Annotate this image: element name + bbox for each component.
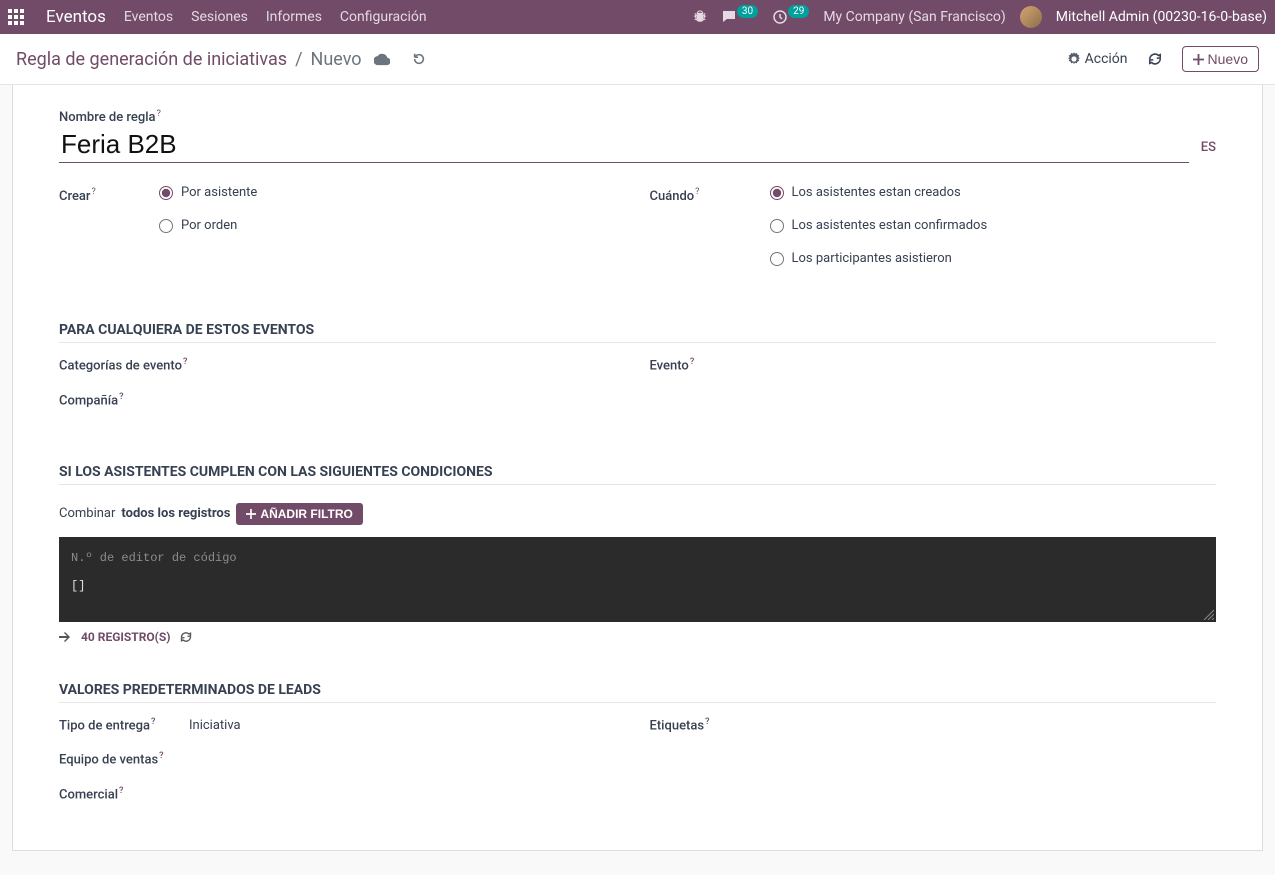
cloud-save-icon[interactable] xyxy=(374,52,390,66)
plus-icon xyxy=(246,509,256,519)
help-icon[interactable]: ? xyxy=(151,717,155,727)
gear-icon xyxy=(1067,52,1081,66)
comercial-label: Comercial? xyxy=(59,786,189,802)
nav-link-informes[interactable]: Informes xyxy=(266,9,322,25)
help-icon[interactable]: ? xyxy=(159,751,163,761)
when-label: Cuándo xyxy=(650,189,695,204)
help-icon[interactable]: ? xyxy=(157,109,161,119)
create-radio-group: Por asistente Por orden xyxy=(159,185,257,284)
help-icon[interactable]: ? xyxy=(92,187,96,197)
records-count-link[interactable]: 40 REGISTRO(S) xyxy=(81,630,170,644)
refresh-records-icon[interactable] xyxy=(180,631,192,643)
nav-link-sesiones[interactable]: Sesiones xyxy=(191,9,248,25)
new-button[interactable]: Nuevo xyxy=(1182,46,1259,72)
company-switcher[interactable]: My Company (San Francisco) xyxy=(823,9,1005,25)
messaging-count: 30 xyxy=(737,5,758,18)
section-leads-title: VALORES PREDETERMINADOS DE LEADS xyxy=(59,682,1216,703)
code-content: [] xyxy=(71,579,1204,593)
messaging-icon[interactable]: 30 xyxy=(721,9,758,25)
name-input[interactable] xyxy=(59,127,1189,163)
lead-type-label: Tipo de entrega? xyxy=(59,717,189,733)
event-categories-label: Categorías de evento? xyxy=(59,357,189,373)
plus-icon xyxy=(1193,54,1204,65)
refresh-icon[interactable] xyxy=(1148,52,1162,66)
top-navbar: Eventos Eventos Sesiones Informes Config… xyxy=(0,0,1275,34)
breadcrumb-current: Nuevo xyxy=(311,49,362,70)
action-bar: Regla de generación de iniciativas / Nue… xyxy=(0,34,1275,85)
add-filter-button[interactable]: AÑADIR FILTRO xyxy=(236,503,362,525)
help-icon[interactable]: ? xyxy=(119,786,123,796)
when-radio-group: Los asistentes estan creados Los asisten… xyxy=(770,185,988,284)
breadcrumb-root[interactable]: Regla de generación de iniciativas xyxy=(16,49,287,70)
radio-per-attendee[interactable]: Por asistente xyxy=(159,185,257,200)
activities-count: 29 xyxy=(788,5,809,18)
form-sheet: Nombre de regla? ES Crear? Por asistente xyxy=(12,85,1263,851)
radio-per-order[interactable]: Por orden xyxy=(159,218,257,233)
lead-type-value[interactable]: Iniciativa xyxy=(189,718,241,733)
create-label: Crear xyxy=(59,189,91,204)
resize-handle-icon[interactable] xyxy=(1202,608,1214,620)
code-placeholder: N.º de editor de código xyxy=(71,551,1204,565)
help-icon[interactable]: ? xyxy=(705,717,709,727)
action-dropdown[interactable]: Acción xyxy=(1067,51,1128,67)
user-menu[interactable]: Mitchell Admin (00230-16-0-base) xyxy=(1056,9,1267,25)
apps-icon[interactable] xyxy=(8,9,24,25)
company-label: Compañía? xyxy=(59,392,189,408)
help-icon[interactable]: ? xyxy=(183,357,187,367)
breadcrumb: Regla de generación de iniciativas / Nue… xyxy=(16,49,1067,70)
app-brand[interactable]: Eventos xyxy=(46,7,106,27)
sales-team-label: Equipo de ventas? xyxy=(59,751,189,767)
discard-icon[interactable] xyxy=(412,52,426,66)
radio-attendees-confirmed[interactable]: Los asistentes estan confirmados xyxy=(770,218,988,233)
help-icon[interactable]: ? xyxy=(119,392,123,402)
bug-icon[interactable] xyxy=(693,10,707,24)
domain-code-editor[interactable]: N.º de editor de código [] xyxy=(59,537,1216,622)
radio-attendees-created[interactable]: Los asistentes estan creados xyxy=(770,185,988,200)
help-icon[interactable]: ? xyxy=(695,187,699,197)
name-label: Nombre de regla xyxy=(59,110,156,125)
section-conditions-title: SI LOS ASISTENTES CUMPLEN CON LAS SIGUIE… xyxy=(59,464,1216,485)
activities-icon[interactable]: 29 xyxy=(772,9,809,25)
tags-label: Etiquetas? xyxy=(650,717,780,733)
arrow-right-icon xyxy=(59,631,71,643)
combine-prefix: Combinar xyxy=(59,506,115,521)
help-icon[interactable]: ? xyxy=(690,357,694,367)
avatar[interactable] xyxy=(1020,6,1042,28)
breadcrumb-separator: / xyxy=(295,49,302,70)
event-label: Evento? xyxy=(650,357,780,373)
nav-link-eventos[interactable]: Eventos xyxy=(124,9,173,25)
translate-badge[interactable]: ES xyxy=(1201,140,1216,155)
nav-link-configuracion[interactable]: Configuración xyxy=(340,9,427,25)
radio-attendees-attended[interactable]: Los participantes asistieron xyxy=(770,251,988,266)
section-events-title: PARA CUALQUIERA DE ESTOS EVENTOS xyxy=(59,322,1216,343)
combine-all-records: todos los registros xyxy=(121,506,230,521)
